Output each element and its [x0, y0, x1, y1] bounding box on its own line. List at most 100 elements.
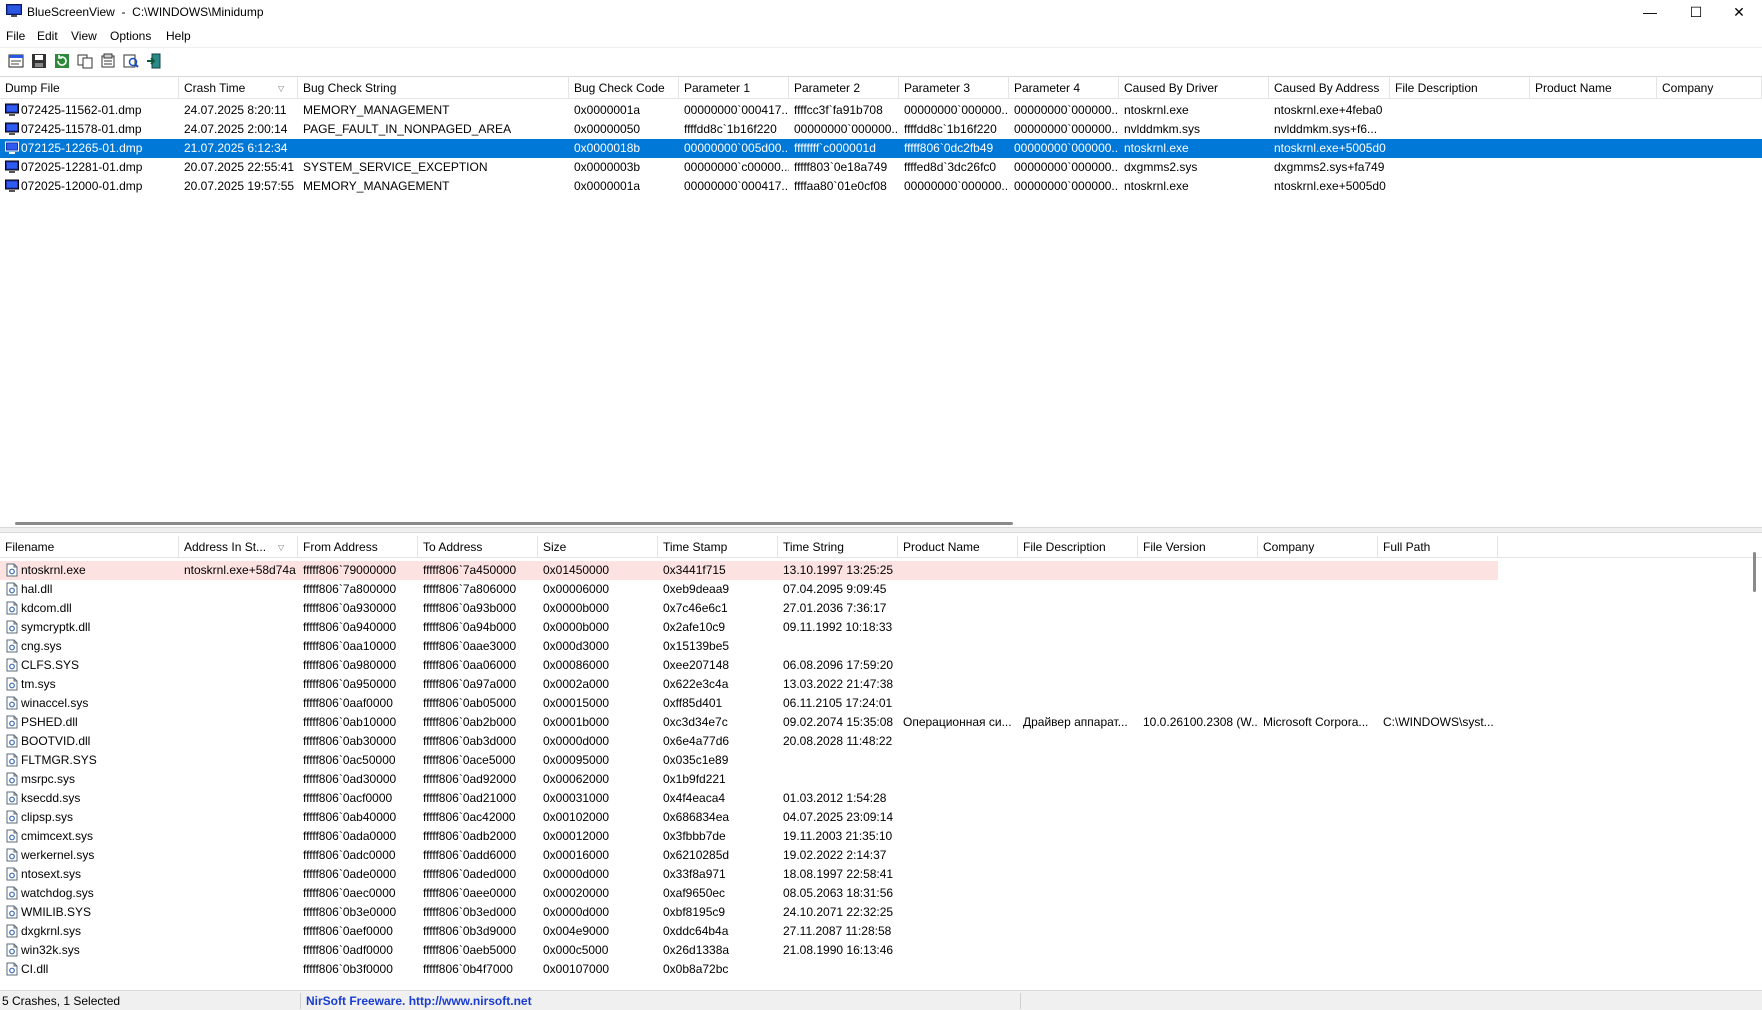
crash-header-file-description[interactable]: File Description — [1390, 77, 1530, 99]
find-icon[interactable] — [121, 51, 141, 71]
cell-company — [1258, 599, 1378, 618]
cell-size: 0x00031000 — [543, 791, 610, 805]
status-divider — [300, 993, 301, 1009]
refresh-icon[interactable] — [52, 51, 72, 71]
driver-row[interactable]: win32k.sys fffff806`0adf0000 fffff806`0aeb… — [0, 941, 1762, 960]
cell-dump-file: 072425-11578-01.dmp — [21, 122, 142, 136]
cell-time-stamp: 0x26d1338a — [663, 943, 730, 957]
maximize-button[interactable]: ☐ — [1673, 0, 1719, 24]
menu-edit[interactable]: Edit — [37, 29, 58, 43]
driver-row[interactable]: BOOTVID.dll fffff806`0ab30000 fffff806`0ab… — [0, 732, 1762, 751]
exit-icon[interactable] — [144, 51, 164, 71]
crash-header-parameter-3[interactable]: Parameter 3 — [899, 77, 1009, 99]
horizontal-scrollbar[interactable] — [15, 522, 1013, 525]
cell-file-version — [1138, 751, 1258, 770]
driver-row[interactable]: ntoskrnl.exe ntoskrnl.exe+58d74a fffff806`… — [0, 561, 1498, 580]
copy-icon[interactable] — [75, 51, 95, 71]
cell-time-stamp: 0x15139be5 — [663, 639, 730, 653]
cell-caused-by-driver: ntoskrnl.exe — [1124, 103, 1189, 117]
driver-row[interactable]: PSHED.dll fffff806`0ab10000 fffff806`0ab2b… — [0, 713, 1762, 732]
driver-header-product-name[interactable]: Product Name — [898, 536, 1018, 558]
cell-filename: clipsp.sys — [21, 810, 74, 824]
html-report-icon[interactable] — [6, 51, 26, 71]
driver-row[interactable]: ntosext.sys fffff806`0ade0000 fffff806`0ad… — [0, 865, 1762, 884]
close-button[interactable]: ✕ — [1716, 0, 1762, 24]
menu-options[interactable]: Options — [110, 29, 151, 43]
driver-row[interactable]: cmimcext.sys fffff806`0ada0000 fffff806`0a… — [0, 827, 1762, 846]
cell-file-description — [1018, 903, 1138, 922]
driver-row[interactable]: winaccel.sys fffff806`0aaf0000 fffff806`0a… — [0, 694, 1762, 713]
crash-header-caused-by-driver[interactable]: Caused By Driver — [1119, 77, 1269, 99]
menu-view[interactable]: View — [71, 29, 97, 43]
driver-header-size[interactable]: Size — [538, 536, 658, 558]
driver-row[interactable]: werkernel.sys fffff806`0adc0000 fffff806`0… — [0, 846, 1762, 865]
driver-row[interactable]: FLTMGR.SYS fffff806`0ac50000 fffff806`0ace… — [0, 751, 1762, 770]
driver-row[interactable]: CI.dll fffff806`0b3f0000 fffff806`0b4f7000… — [0, 960, 1762, 979]
driver-header-filename[interactable]: Filename — [0, 536, 179, 558]
cell-time-stamp: 0x33f8a971 — [663, 867, 726, 881]
cell-full-path — [1378, 770, 1498, 789]
driver-header-time-stamp[interactable]: Time Stamp — [658, 536, 778, 558]
driver-header-time-string[interactable]: Time String — [778, 536, 898, 558]
crash-row[interactable]: 072025-12000-01.dmp 20.07.2025 19:57:55 ME… — [0, 177, 1762, 196]
driver-row[interactable]: cng.sys fffff806`0aa10000 fffff806`0aae300… — [0, 637, 1762, 656]
cell-caused-by-address: ntoskrnl.exe+5005d0 — [1274, 141, 1386, 155]
driver-header-file-version[interactable]: File Version — [1138, 536, 1258, 558]
cell-address-in-st — [179, 922, 298, 941]
crash-row[interactable]: 072425-11578-01.dmp 24.07.2025 2:00:14 PAG… — [0, 120, 1762, 139]
cell-filename: ksecdd.sys — [21, 791, 81, 805]
crash-header-dump-file[interactable]: Dump File — [0, 77, 179, 99]
crash-header-product-name[interactable]: Product Name — [1530, 77, 1657, 99]
driver-row[interactable]: tm.sys fffff806`0a950000 fffff806`0a97a000… — [0, 675, 1762, 694]
crash-header-company[interactable]: Company — [1657, 77, 1762, 99]
cell-bug-check-string — [298, 139, 569, 158]
crash-row[interactable]: 072425-11562-01.dmp 24.07.2025 8:20:11 MEM… — [0, 101, 1762, 120]
nirsoft-link[interactable]: NirSoft Freeware. http://www.nirsoft.net — [306, 994, 532, 1008]
cell-file-description — [1018, 770, 1138, 789]
menu-file[interactable]: File — [6, 29, 25, 43]
driver-header-full-path[interactable]: Full Path — [1378, 536, 1498, 558]
cell-filename: symcryptk.dll — [21, 620, 91, 634]
cell-parameter-2: fffff803`0e18a749 — [794, 160, 888, 174]
crash-header-parameter-1[interactable]: Parameter 1 — [679, 77, 789, 99]
cell-address-in-st — [179, 827, 298, 846]
driver-row[interactable]: watchdog.sys fffff806`0aec0000 fffff806`0a… — [0, 884, 1762, 903]
cell-product-name — [898, 599, 1018, 618]
driver-header-file-description[interactable]: File Description — [1018, 536, 1138, 558]
cell-company — [1258, 618, 1378, 637]
cell-time-string: 19.02.2022 2:14:37 — [783, 848, 887, 862]
pane-splitter[interactable] — [0, 527, 1762, 533]
menu-help[interactable]: Help — [166, 29, 191, 43]
driver-header-company[interactable]: Company — [1258, 536, 1378, 558]
cell-to-address: fffff806`0b3ed000 — [423, 905, 517, 919]
vertical-scrollbar[interactable] — [1753, 552, 1756, 592]
driver-row[interactable]: ksecdd.sys fffff806`0acf0000 fffff806`0ad2… — [0, 789, 1762, 808]
crash-header-bug-check-code[interactable]: Bug Check Code — [569, 77, 679, 99]
minimize-button[interactable]: — — [1627, 0, 1673, 24]
driver-header-to-address[interactable]: To Address — [418, 536, 538, 558]
cell-dump-file: 072025-12281-01.dmp — [21, 160, 143, 174]
driver-row[interactable]: msrpc.sys fffff806`0ad30000 fffff806`0ad92… — [0, 770, 1762, 789]
cell-file-description — [1018, 751, 1138, 770]
crash-header-parameter-2[interactable]: Parameter 2 — [789, 77, 899, 99]
properties-icon[interactable] — [98, 51, 118, 71]
crash-header-parameter-4[interactable]: Parameter 4 — [1009, 77, 1119, 99]
save-icon[interactable] — [29, 51, 49, 71]
driver-row[interactable]: CLFS.SYS fffff806`0a980000 fffff806`0aa060… — [0, 656, 1762, 675]
crash-row[interactable]: 072125-12265-01.dmp 21.07.2025 6:12:34 0x0… — [0, 139, 1762, 158]
driver-row[interactable]: kdcom.dll fffff806`0a930000 fffff806`0a93b… — [0, 599, 1762, 618]
crash-row[interactable]: 072025-12281-01.dmp 20.07.2025 22:55:41 SY… — [0, 158, 1762, 177]
cell-dump-file: 072025-12000-01.dmp — [21, 179, 143, 193]
driver-row[interactable]: dxgkrnl.sys fffff806`0aef0000 fffff806`0b3… — [0, 922, 1762, 941]
driver-header-from-address[interactable]: From Address — [298, 536, 418, 558]
crash-header-caused-by-address[interactable]: Caused By Address — [1269, 77, 1390, 99]
driver-row[interactable]: symcryptk.dll fffff806`0a940000 fffff806`0… — [0, 618, 1762, 637]
cell-product-name — [1530, 139, 1657, 158]
crash-header-bug-check-string[interactable]: Bug Check String — [298, 77, 569, 99]
driver-row[interactable]: hal.dll fffff806`7a800000 fffff806`7a80600… — [0, 580, 1762, 599]
driver-row[interactable]: clipsp.sys fffff806`0ab40000 fffff806`0ac4… — [0, 808, 1762, 827]
cell-full-path — [1378, 637, 1498, 656]
cell-filename: hal.dll — [21, 582, 53, 596]
driver-row[interactable]: WMILIB.SYS fffff806`0b3e0000 fffff806`0b3e… — [0, 903, 1762, 922]
cell-time-stamp: 0x7c46e6c1 — [663, 601, 728, 615]
